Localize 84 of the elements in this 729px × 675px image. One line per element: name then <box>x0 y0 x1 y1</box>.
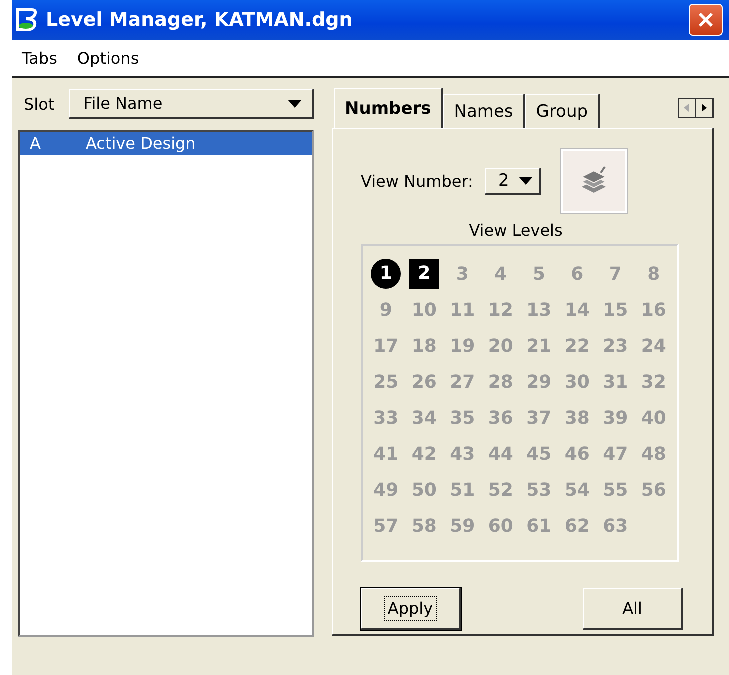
level-number[interactable]: 57 <box>374 516 399 536</box>
level-number[interactable]: 58 <box>412 516 437 536</box>
close-button[interactable] <box>689 4 723 36</box>
level-number[interactable]: 24 <box>641 336 666 356</box>
file-name-dropdown[interactable]: File Name <box>68 89 314 119</box>
layers-button[interactable] <box>561 149 628 213</box>
view-number-label: View Number: <box>361 172 474 190</box>
level-number[interactable]: 46 <box>564 444 590 464</box>
level-number[interactable]: 60 <box>488 516 514 536</box>
level-number[interactable]: 31 <box>603 372 628 392</box>
level-number[interactable]: 34 <box>412 408 437 428</box>
level-number[interactable]: 54 <box>564 480 590 500</box>
view-number-dropdown[interactable]: 2 <box>485 168 542 194</box>
level-number[interactable]: 2 <box>409 259 440 289</box>
app-logo-icon <box>14 7 40 33</box>
level-number[interactable]: 16 <box>641 300 666 320</box>
level-number[interactable]: 20 <box>488 336 514 356</box>
level-number[interactable]: 48 <box>641 444 666 464</box>
level-number[interactable]: 7 <box>609 264 622 284</box>
level-number[interactable]: 59 <box>450 516 476 536</box>
level-number[interactable]: 11 <box>450 300 476 320</box>
level-number[interactable]: 3 <box>456 264 469 284</box>
level-number[interactable]: 32 <box>641 372 666 392</box>
level-number[interactable]: 22 <box>564 336 590 356</box>
menu-item[interactable]: Options <box>77 48 140 68</box>
level-number[interactable]: 18 <box>412 336 437 356</box>
level-number[interactable]: 1 <box>371 259 402 289</box>
level-number[interactable]: 25 <box>374 372 399 392</box>
level-number[interactable]: 33 <box>374 408 399 428</box>
level-number[interactable]: 30 <box>564 372 590 392</box>
level-number[interactable]: 38 <box>564 408 590 428</box>
level-number[interactable]: 9 <box>380 300 392 320</box>
level-number[interactable]: 36 <box>488 408 514 428</box>
level-number[interactable]: 27 <box>450 372 476 392</box>
apply-button[interactable]: Apply <box>361 588 461 630</box>
level-number[interactable]: 29 <box>526 372 552 392</box>
level-number[interactable]: 55 <box>603 480 628 500</box>
level-number[interactable]: 52 <box>488 480 514 500</box>
level-number[interactable]: 45 <box>526 444 552 464</box>
level-number[interactable]: 61 <box>526 516 552 536</box>
window-title: Level Manager, KATMAN.dgn <box>46 9 354 31</box>
level-number[interactable]: 10 <box>412 300 437 320</box>
level-number[interactable]: 49 <box>374 480 399 500</box>
level-number[interactable]: 12 <box>488 300 514 320</box>
dropdown-arrow-icon <box>519 176 534 184</box>
level-number[interactable]: 19 <box>450 336 476 356</box>
level-number[interactable]: 44 <box>488 444 514 464</box>
level-number[interactable]: 6 <box>571 264 584 284</box>
level-number[interactable]: 26 <box>412 372 437 392</box>
all-button[interactable]: All <box>583 588 683 630</box>
level-number[interactable]: 21 <box>526 336 552 356</box>
level-number[interactable]: 14 <box>564 300 590 320</box>
level-number[interactable]: 39 <box>603 408 628 428</box>
level-number[interactable]: 47 <box>603 444 628 464</box>
level-number[interactable]: 37 <box>526 408 552 428</box>
level-number[interactable]: 40 <box>641 408 666 428</box>
level-number[interactable]: 56 <box>641 480 666 500</box>
level-number[interactable]: 42 <box>412 444 437 464</box>
level-number[interactable]: 50 <box>412 480 437 500</box>
level-number[interactable]: 17 <box>374 336 399 356</box>
tab[interactable]: Numbers <box>334 88 444 128</box>
menu-item[interactable]: Tabs <box>22 48 58 68</box>
level-number[interactable]: 62 <box>564 516 590 536</box>
level-number[interactable]: 15 <box>603 300 628 320</box>
file-row[interactable]: A Active Design <box>20 132 312 155</box>
tab[interactable]: Names <box>443 94 526 128</box>
level-number[interactable]: 41 <box>374 444 399 464</box>
level-number[interactable]: 13 <box>526 300 552 320</box>
dropdown-arrow-icon <box>288 100 302 108</box>
level-number[interactable]: 4 <box>494 264 508 284</box>
level-number[interactable]: 63 <box>603 516 628 536</box>
level-number[interactable]: 35 <box>450 408 476 428</box>
level-number[interactable]: 51 <box>450 480 476 500</box>
level-number[interactable]: 43 <box>450 444 476 464</box>
view-levels-title: View Levels <box>468 221 564 240</box>
close-icon <box>697 11 715 29</box>
tab[interactable]: Group <box>525 94 600 128</box>
level-number[interactable]: 5 <box>532 264 546 284</box>
level-number[interactable]: 53 <box>526 480 552 500</box>
level-number[interactable]: 23 <box>603 336 628 356</box>
level-number[interactable]: 8 <box>648 264 660 284</box>
tab-scroll-buttons[interactable] <box>678 98 714 118</box>
level-number[interactable]: 28 <box>488 372 514 392</box>
column-header: Slot <box>23 94 55 114</box>
